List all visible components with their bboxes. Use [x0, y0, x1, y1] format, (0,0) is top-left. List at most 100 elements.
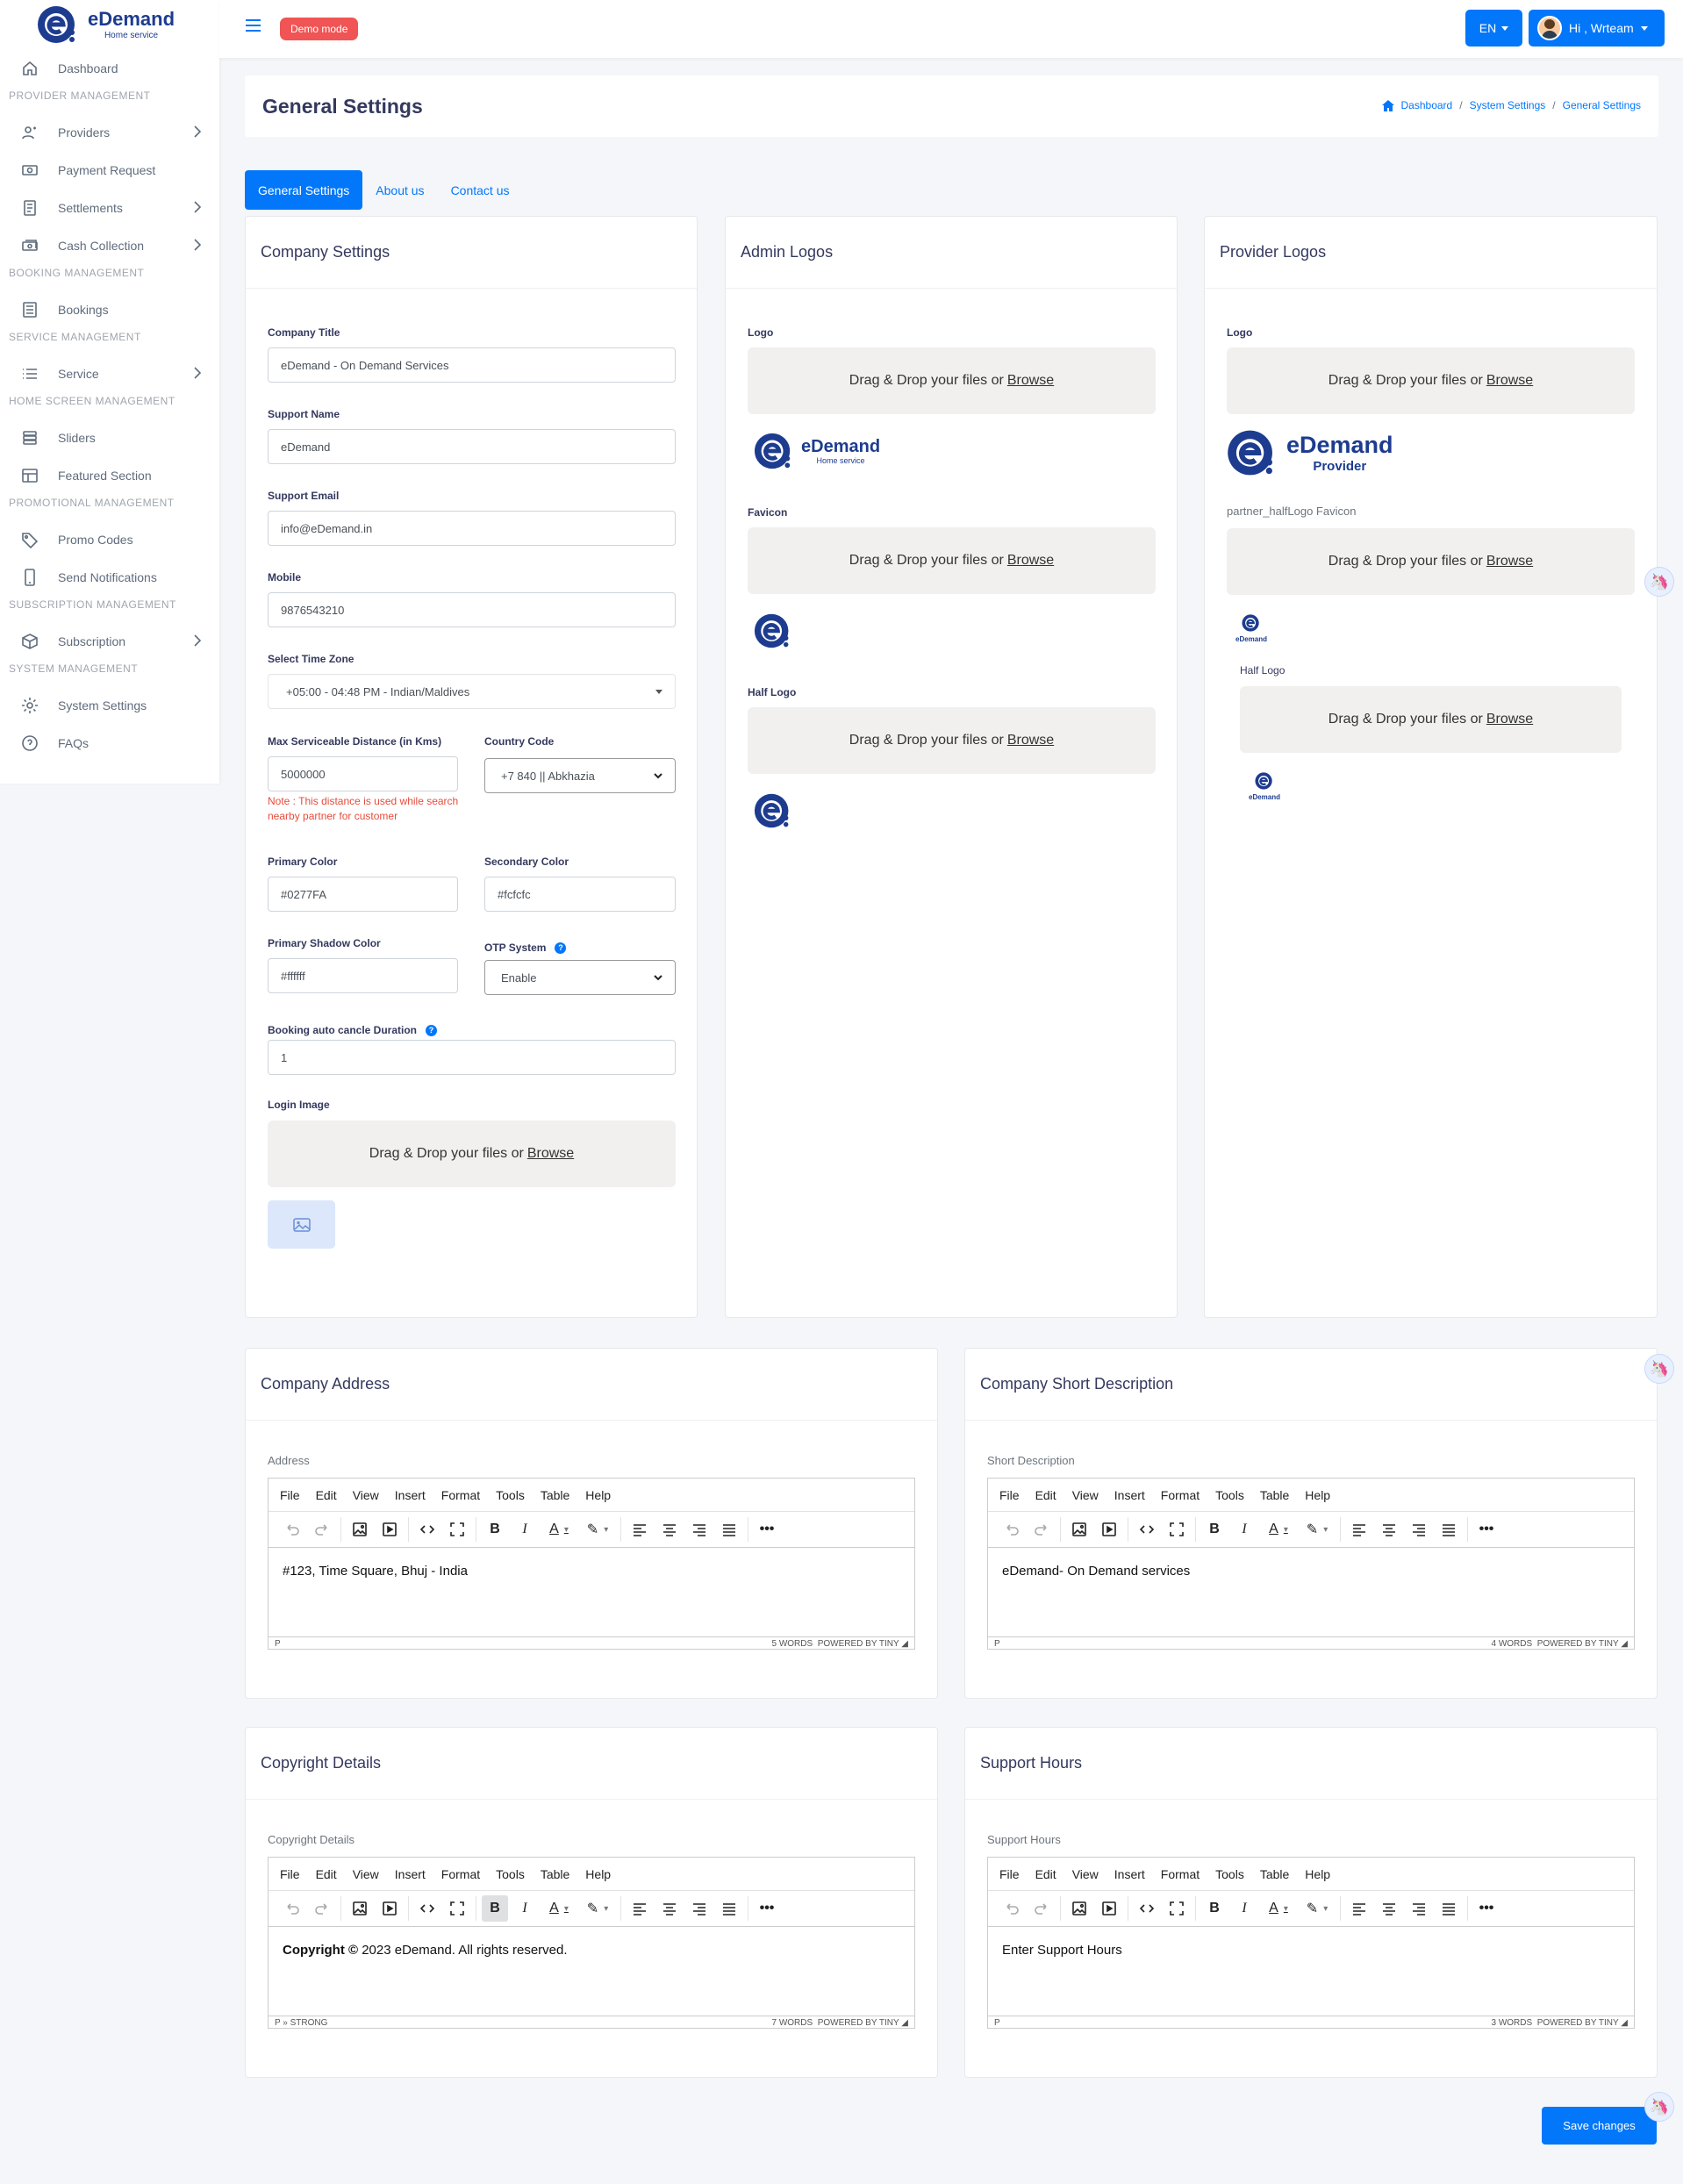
- language-dropdown[interactable]: EN: [1465, 10, 1522, 47]
- insert-image-icon[interactable]: [347, 1516, 373, 1543]
- help-icon[interactable]: ?: [426, 1025, 438, 1037]
- highlight-icon[interactable]: ✎ ▾: [580, 1516, 615, 1543]
- insert-image-icon[interactable]: [347, 1895, 373, 1922]
- floating-helper-icon[interactable]: 🦄: [1644, 2092, 1674, 2122]
- editor-menu-view[interactable]: View: [1072, 1488, 1099, 1502]
- more-icon[interactable]: •••: [754, 1516, 780, 1543]
- floating-helper-icon[interactable]: 🦄: [1644, 1354, 1674, 1384]
- more-icon[interactable]: •••: [1473, 1516, 1500, 1543]
- italic-icon[interactable]: I: [512, 1516, 538, 1543]
- editor-menu-format[interactable]: Format: [1161, 1867, 1200, 1881]
- insert-media-icon[interactable]: [1096, 1516, 1122, 1543]
- timezone-select[interactable]: +05:00 - 04:48 PM - Indian/Maldives: [268, 674, 676, 709]
- editor-body[interactable]: Copyright © 2023 eDemand. All rights res…: [269, 1927, 914, 2016]
- align-center-icon[interactable]: [1376, 1895, 1402, 1922]
- align-right-icon[interactable]: [686, 1895, 713, 1922]
- editor-body[interactable]: eDemand- On Demand services: [988, 1548, 1634, 1636]
- sidebar-item-subscription[interactable]: Subscription: [0, 622, 219, 660]
- editor-menu-format[interactable]: Format: [1161, 1488, 1200, 1502]
- redo-icon[interactable]: [1028, 1895, 1055, 1922]
- highlight-icon[interactable]: ✎ ▾: [1300, 1516, 1335, 1543]
- align-justify-icon[interactable]: [716, 1516, 742, 1543]
- breadcrumb-system-settings[interactable]: System Settings: [1470, 99, 1546, 111]
- bold-icon[interactable]: B: [1201, 1895, 1228, 1922]
- editor-menu-view[interactable]: View: [353, 1488, 379, 1502]
- editor-menu-tools[interactable]: Tools: [1215, 1867, 1244, 1881]
- editor-menu-file[interactable]: File: [280, 1488, 300, 1502]
- editor-menu-tools[interactable]: Tools: [496, 1488, 525, 1502]
- undo-icon[interactable]: [279, 1516, 305, 1543]
- insert-media-icon[interactable]: [376, 1516, 403, 1543]
- editor-menu-file[interactable]: File: [999, 1867, 1020, 1881]
- insert-media-icon[interactable]: [376, 1895, 403, 1922]
- editor-menu-insert[interactable]: Insert: [395, 1488, 426, 1502]
- editor-menu-help[interactable]: Help: [585, 1867, 611, 1881]
- user-menu-button[interactable]: Hi , Wrteam: [1529, 10, 1665, 47]
- sidebar-item-bookings[interactable]: Bookings: [0, 290, 219, 328]
- breadcrumb-dashboard[interactable]: Dashboard: [1401, 99, 1453, 111]
- sidebar-item-service[interactable]: Service: [0, 354, 219, 392]
- editor-menu-format[interactable]: Format: [441, 1488, 480, 1502]
- rich-text-editor[interactable]: File Edit View Insert Format Tools Table Help B I…: [987, 1478, 1635, 1650]
- italic-icon[interactable]: I: [512, 1895, 538, 1922]
- sidebar-item-sliders[interactable]: Sliders: [0, 419, 219, 456]
- text-color-icon[interactable]: A ▾: [1261, 1895, 1296, 1922]
- redo-icon[interactable]: [1028, 1516, 1055, 1543]
- editor-menu-help[interactable]: Help: [1305, 1867, 1330, 1881]
- editor-menu-edit[interactable]: Edit: [1035, 1867, 1056, 1881]
- more-icon[interactable]: •••: [754, 1895, 780, 1922]
- sidebar-item-cash-collection[interactable]: Cash Collection: [0, 226, 219, 264]
- menu-toggle-icon[interactable]: [246, 19, 261, 32]
- align-center-icon[interactable]: [656, 1516, 683, 1543]
- align-right-icon[interactable]: [1406, 1895, 1432, 1922]
- editor-menu-tools[interactable]: Tools: [496, 1867, 525, 1881]
- align-left-icon[interactable]: [1346, 1516, 1372, 1543]
- save-changes-button[interactable]: Save changes: [1542, 2107, 1657, 2145]
- editor-body[interactable]: Enter Support Hours: [988, 1927, 1634, 2016]
- align-center-icon[interactable]: [1376, 1516, 1402, 1543]
- text-color-icon[interactable]: A ▾: [1261, 1516, 1296, 1543]
- italic-icon[interactable]: I: [1231, 1516, 1257, 1543]
- insert-media-icon[interactable]: [1096, 1895, 1122, 1922]
- editor-menu-view[interactable]: View: [1072, 1867, 1099, 1881]
- support-name-input[interactable]: eDemand: [268, 429, 676, 464]
- align-justify-icon[interactable]: [716, 1895, 742, 1922]
- auto-cancel-input[interactable]: 1: [268, 1040, 676, 1075]
- brand-logo[interactable]: eDemand Home service: [0, 0, 219, 49]
- shadow-color-input[interactable]: #ffffff: [268, 958, 458, 993]
- primary-color-input[interactable]: #0277FA: [268, 877, 458, 912]
- italic-icon[interactable]: I: [1231, 1895, 1257, 1922]
- editor-menu-insert[interactable]: Insert: [1114, 1867, 1145, 1881]
- align-left-icon[interactable]: [1346, 1895, 1372, 1922]
- provider-logo-dropzone[interactable]: Drag & Drop your files or Browse: [1227, 347, 1635, 414]
- align-left-icon[interactable]: [627, 1895, 653, 1922]
- support-email-input[interactable]: info@eDemand.in: [268, 511, 676, 546]
- fullscreen-icon[interactable]: [1164, 1516, 1190, 1543]
- tab-about-us[interactable]: About us: [362, 170, 437, 210]
- editor-menu-insert[interactable]: Insert: [1114, 1488, 1145, 1502]
- provider-favicon-dropzone[interactable]: Drag & Drop your files or Browse: [1227, 528, 1635, 595]
- sidebar-item-faqs[interactable]: FAQs: [0, 724, 219, 762]
- country-code-select[interactable]: +7 840 || Abkhazia: [484, 758, 676, 793]
- align-justify-icon[interactable]: [1436, 1516, 1462, 1543]
- fullscreen-icon[interactable]: [444, 1516, 470, 1543]
- redo-icon[interactable]: [309, 1516, 335, 1543]
- sidebar-item-system-settings[interactable]: System Settings: [0, 686, 219, 724]
- sidebar-item-send-notifications[interactable]: Send Notifications: [0, 558, 219, 596]
- sidebar-item-dashboard[interactable]: Dashboard: [0, 49, 219, 87]
- insert-image-icon[interactable]: [1066, 1895, 1092, 1922]
- redo-icon[interactable]: [309, 1895, 335, 1922]
- more-icon[interactable]: •••: [1473, 1895, 1500, 1922]
- align-right-icon[interactable]: [1406, 1516, 1432, 1543]
- fullscreen-icon[interactable]: [1164, 1895, 1190, 1922]
- editor-menu-file[interactable]: File: [999, 1488, 1020, 1502]
- distance-input[interactable]: 5000000: [268, 756, 458, 791]
- fullscreen-icon[interactable]: [444, 1895, 470, 1922]
- breadcrumb-current[interactable]: General Settings: [1563, 99, 1641, 111]
- text-color-icon[interactable]: A ▾: [541, 1895, 577, 1922]
- secondary-color-input[interactable]: #fcfcfc: [484, 877, 676, 912]
- editor-body[interactable]: #123, Time Square, Bhuj - India: [269, 1548, 914, 1636]
- bold-icon[interactable]: B: [482, 1895, 508, 1922]
- rich-text-editor[interactable]: File Edit View Insert Format Tools Table Help B I…: [268, 1857, 915, 2029]
- editor-menu-table[interactable]: Table: [541, 1488, 569, 1502]
